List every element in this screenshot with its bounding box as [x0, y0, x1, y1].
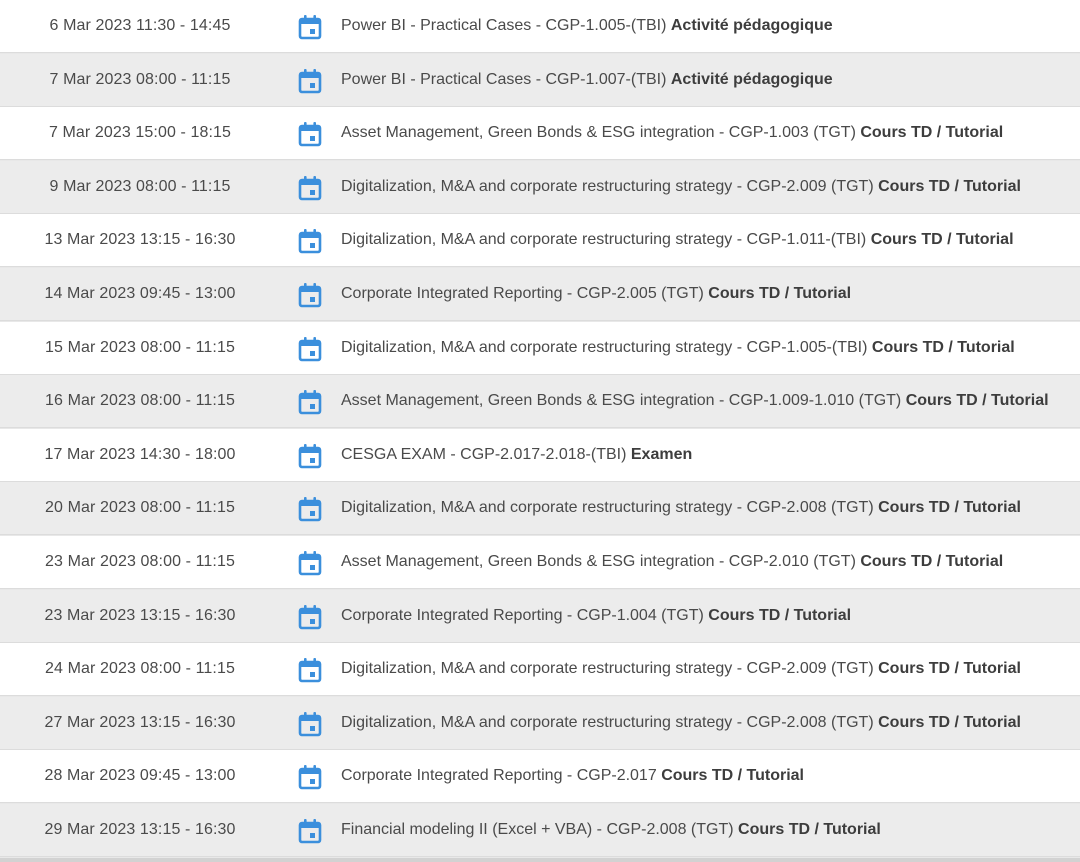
event-row[interactable]: 15 Mar 2023 08:00 - 11:15 Digitalization…	[0, 321, 1080, 375]
event-description[interactable]: Digitalization, M&A and corporate restru…	[341, 499, 1021, 517]
event-datetime: 27 Mar 2023 13:15 - 16:30	[44, 713, 236, 731]
event-description[interactable]: Financial modeling II (Excel + VBA) - CG…	[341, 821, 881, 839]
event-title: CESGA EXAM - CGP-2.017-2.018-(TBI)	[341, 445, 627, 463]
event-datetime: 28 Mar 2023 09:45 - 13:00	[44, 767, 236, 785]
event-list: 6 Mar 2023 11:30 - 14:45 Power BI - Prac…	[0, 0, 1080, 862]
event-type: Cours TD / Tutorial	[878, 660, 1021, 678]
event-row[interactable]: 27 Mar 2023 13:15 - 16:30 Digitalization…	[0, 696, 1080, 750]
event-datetime: 14 Mar 2023 09:45 - 13:00	[44, 285, 236, 302]
event-row[interactable]: 28 Mar 2023 09:45 - 13:00 Corporate Inte…	[0, 750, 1080, 804]
event-description[interactable]: Asset Management, Green Bonds & ESG inte…	[341, 392, 1049, 410]
event-datetime: 29 Mar 2023 13:15 - 16:30	[44, 821, 236, 838]
event-datetime: 16 Mar 2023 08:00 - 11:15	[45, 392, 235, 410]
event-row[interactable]: 17 Mar 2023 14:30 - 18:00 CESGA EXAM - C…	[0, 428, 1080, 482]
calendar-icon[interactable]	[298, 818, 322, 844]
event-type: Activité pédagogique	[670, 17, 833, 34]
event-row[interactable]: 13 Mar 2023 13:15 - 16:30 Digitalization…	[0, 214, 1080, 268]
event-title: Corporate Integrated Reporting - CGP-2.0…	[341, 285, 704, 302]
event-row[interactable]: 20 Mar 2023 08:00 - 11:15 Digitalization…	[0, 482, 1080, 536]
event-title: Financial modeling II (Excel + VBA) - CG…	[341, 821, 734, 838]
event-type: Cours TD / Tutorial	[871, 338, 1015, 356]
event-title: Digitalization, M&A and corporate restru…	[341, 713, 874, 731]
event-title: Digitalization, M&A and corporate restru…	[341, 177, 874, 195]
event-row[interactable]: 7 Mar 2023 15:00 - 18:15 Asset Managemen…	[0, 107, 1080, 161]
event-description[interactable]: Digitalization, M&A and corporate restru…	[341, 339, 1015, 357]
event-type: Cours TD / Tutorial	[661, 767, 804, 785]
event-row[interactable]: 23 Mar 2023 13:15 - 16:30 Corporate Inte…	[0, 589, 1080, 643]
calendar-icon[interactable]	[298, 711, 322, 737]
event-type: Cours TD / Tutorial	[860, 553, 1004, 570]
calendar-icon[interactable]	[298, 282, 322, 308]
event-row[interactable]: 16 Mar 2023 08:00 - 11:15 Asset Manageme…	[0, 375, 1080, 429]
event-title: Digitalization, M&A and corporate restru…	[341, 499, 874, 517]
calendar-icon[interactable]	[298, 604, 322, 630]
event-title: Digitalization, M&A and corporate restru…	[341, 338, 868, 356]
event-type: Examen	[630, 445, 693, 463]
event-datetime: 6 Mar 2023 11:30 - 14:45	[49, 17, 231, 34]
event-type: Cours TD / Tutorial	[870, 231, 1014, 249]
event-type: Cours TD / Tutorial	[905, 392, 1049, 410]
event-title: Digitalization, M&A and corporate restru…	[341, 231, 867, 249]
calendar-icon[interactable]	[298, 550, 322, 576]
event-datetime: 17 Mar 2023 14:30 - 18:00	[44, 445, 236, 463]
event-datetime: 7 Mar 2023 08:00 - 11:15	[49, 70, 231, 88]
event-row[interactable]: 14 Mar 2023 09:45 - 13:00 Corporate Inte…	[0, 268, 1080, 321]
bottom-edge	[0, 858, 1080, 862]
event-description[interactable]: Digitalization, M&A and corporate restru…	[341, 714, 1021, 732]
event-type: Cours TD / Tutorial	[878, 499, 1021, 517]
calendar-icon[interactable]	[298, 496, 322, 522]
event-type: Cours TD / Tutorial	[708, 285, 852, 302]
event-datetime: 23 Mar 2023 13:15 - 16:30	[44, 606, 236, 624]
event-datetime: 24 Mar 2023 08:00 - 11:15	[45, 660, 235, 678]
event-type: Cours TD / Tutorial	[860, 124, 1004, 142]
event-datetime: 23 Mar 2023 08:00 - 11:15	[45, 553, 235, 570]
event-title: Power BI - Practical Cases - CGP-1.005-(…	[341, 17, 667, 34]
calendar-icon[interactable]	[298, 14, 322, 40]
calendar-icon[interactable]	[298, 657, 322, 683]
calendar-icon[interactable]	[298, 121, 322, 147]
calendar-icon[interactable]	[298, 443, 322, 469]
calendar-icon[interactable]	[298, 228, 322, 254]
event-type: Cours TD / Tutorial	[878, 177, 1021, 195]
event-description[interactable]: CESGA EXAM - CGP-2.017-2.018-(TBI) Exame…	[341, 446, 692, 464]
event-title: Corporate Integrated Reporting - CGP-2.0…	[341, 767, 657, 785]
calendar-icon[interactable]	[298, 68, 322, 94]
event-description[interactable]: Asset Management, Green Bonds & ESG inte…	[341, 553, 1003, 571]
event-description[interactable]: Digitalization, M&A and corporate restru…	[341, 660, 1021, 678]
event-description[interactable]: Power BI - Practical Cases - CGP-1.005-(…	[341, 17, 833, 35]
event-datetime: 7 Mar 2023 15:00 - 18:15	[48, 124, 232, 142]
event-row[interactable]: 23 Mar 2023 08:00 - 11:15 Asset Manageme…	[0, 536, 1080, 589]
event-row[interactable]: 7 Mar 2023 08:00 - 11:15 Power BI - Prac…	[0, 53, 1080, 107]
event-row[interactable]: 24 Mar 2023 08:00 - 11:15 Digitalization…	[0, 643, 1080, 697]
event-description[interactable]: Digitalization, M&A and corporate restru…	[341, 178, 1021, 196]
event-description[interactable]: Corporate Integrated Reporting - CGP-1.0…	[341, 607, 851, 625]
event-description[interactable]: Corporate Integrated Reporting - CGP-2.0…	[341, 767, 804, 785]
event-row[interactable]: 6 Mar 2023 11:30 - 14:45 Power BI - Prac…	[0, 0, 1080, 53]
event-title: Corporate Integrated Reporting - CGP-1.0…	[341, 606, 704, 624]
calendar-icon[interactable]	[298, 336, 322, 362]
event-description[interactable]: Corporate Integrated Reporting - CGP-2.0…	[341, 285, 851, 303]
event-description[interactable]: Asset Management, Green Bonds & ESG inte…	[341, 124, 1003, 142]
event-datetime: 9 Mar 2023 08:00 - 11:15	[49, 177, 231, 195]
event-title: Digitalization, M&A and corporate restru…	[341, 660, 874, 678]
event-type: Cours TD / Tutorial	[738, 821, 881, 838]
event-datetime: 13 Mar 2023 13:15 - 16:30	[44, 231, 236, 249]
event-type: Cours TD / Tutorial	[708, 606, 852, 624]
calendar-icon[interactable]	[298, 175, 322, 201]
event-description[interactable]: Digitalization, M&A and corporate restru…	[341, 231, 1014, 249]
calendar-icon[interactable]	[298, 389, 322, 415]
event-title: Power BI - Practical Cases - CGP-1.007-(…	[341, 70, 667, 88]
event-title: Asset Management, Green Bonds & ESG inte…	[341, 124, 856, 142]
event-row[interactable]: 9 Mar 2023 08:00 - 11:15 Digitalization,…	[0, 160, 1080, 214]
event-description[interactable]: Power BI - Practical Cases - CGP-1.007-(…	[341, 71, 833, 89]
event-title: Asset Management, Green Bonds & ESG inte…	[341, 553, 856, 570]
event-type: Activité pédagogique	[670, 70, 833, 88]
event-type: Cours TD / Tutorial	[878, 713, 1021, 731]
event-datetime: 15 Mar 2023 08:00 - 11:15	[45, 338, 235, 356]
calendar-icon[interactable]	[298, 764, 322, 790]
event-title: Asset Management, Green Bonds & ESG inte…	[341, 392, 902, 410]
event-row[interactable]: 29 Mar 2023 13:15 - 16:30 Financial mode…	[0, 804, 1080, 857]
event-datetime: 20 Mar 2023 08:00 - 11:15	[45, 499, 235, 517]
